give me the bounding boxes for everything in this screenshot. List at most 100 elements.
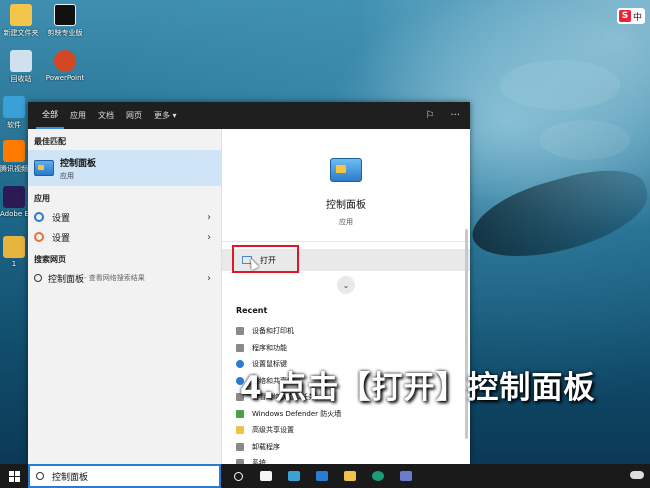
header-actions: ⚐ ··· (425, 102, 460, 129)
taskbar-apps (229, 467, 415, 485)
desktop-icon-after-effects[interactable]: Adobe Effects (0, 186, 28, 218)
after-effects-icon (3, 186, 25, 208)
web-search-result[interactable]: 控制面板 - 查看网络搜索结果 › (28, 268, 221, 288)
devices-printers-icon (236, 327, 244, 336)
recent-item-label: 高级共享设置 (252, 426, 294, 435)
web-hint: - 查看网络搜索结果 (84, 274, 145, 282)
store-icon[interactable] (257, 467, 275, 485)
search-icon (34, 274, 42, 282)
jianying-icon (54, 4, 76, 26)
people-icon[interactable] (285, 467, 303, 485)
app-result-settings-2[interactable]: 设置 › (28, 227, 221, 247)
chevron-right-icon[interactable]: › (207, 212, 211, 223)
desktop-icon-label: PowerPoint (45, 74, 85, 82)
best-match-text: 控制面板 应用 (60, 156, 96, 181)
desktop-icon-label: Adobe Effects (0, 210, 28, 218)
folder-icon (3, 236, 25, 258)
software-icon (3, 96, 25, 118)
divider (222, 241, 470, 242)
taskbar: 控制面板 (0, 464, 650, 488)
scrollbar[interactable] (465, 229, 468, 439)
section-title-web: 搜索网页 (34, 255, 66, 264)
best-match-subtitle: 应用 (60, 171, 74, 180)
taskbar-search-box[interactable]: 控制面板 (28, 464, 221, 488)
wallpaper-ripple (500, 60, 620, 110)
chevron-right-icon[interactable]: › (207, 232, 211, 243)
folder-icon (10, 4, 32, 26)
taskbar-search-value: 控制面板 (52, 472, 89, 483)
recent-item[interactable]: 高级共享设置 (222, 422, 470, 439)
ime-mode: 中 (633, 12, 643, 23)
powerpoint-icon (54, 50, 76, 72)
section-title-apps: 应用 (34, 194, 50, 203)
desktop-icon-new-folder[interactable]: 新建文件夹 (0, 4, 42, 38)
more-options-icon[interactable]: ··· (450, 110, 460, 121)
wallpaper-swimmer (464, 157, 650, 273)
tab-more[interactable]: 更多 ▾ (148, 102, 183, 129)
detail-title: 控制面板 (326, 200, 366, 211)
tutorial-caption: 4.点击【打开】控制面板 (240, 370, 596, 406)
mail-icon[interactable] (313, 467, 331, 485)
tab-web[interactable]: 网页 (120, 102, 148, 129)
uninstall-icon (236, 442, 244, 451)
app-result-settings[interactable]: 设置 › (28, 207, 221, 227)
tab-documents[interactable]: 文档 (92, 102, 120, 129)
file-explorer-icon[interactable] (341, 467, 359, 485)
desktop-icon-label: 新建文件夹 (3, 29, 39, 37)
desktop-icon-label: 1 (11, 260, 17, 268)
recent-item-label: 设备和打印机 (252, 327, 294, 336)
tab-all[interactable]: 全部 (36, 102, 64, 129)
settings-icon (34, 212, 44, 222)
sogou-icon: S (619, 10, 631, 22)
desktop-icon-label: 剪映专业版 (47, 29, 83, 37)
desktop-icon-label: 腾讯视频 (0, 165, 28, 173)
chevron-right-icon[interactable]: › (207, 273, 211, 284)
programs-icon (236, 343, 244, 352)
settings-orange-icon (34, 232, 44, 242)
recent-item[interactable]: Windows Defender 防火墙 (222, 406, 470, 423)
firewall-icon (236, 409, 244, 418)
recent-item[interactable]: 设备和打印机 (222, 323, 470, 340)
feedback-icon[interactable]: ⚐ (425, 110, 434, 121)
search-icon (36, 472, 44, 480)
ime-indicator[interactable]: S 中 (617, 8, 645, 24)
task-view-icon[interactable] (229, 467, 247, 485)
recent-item-label: Windows Defender 防火墙 (252, 409, 342, 418)
open-action[interactable]: 打开 (222, 245, 470, 273)
desktop-icon-tencent-video[interactable]: 腾讯视频 (0, 140, 28, 174)
expand-button[interactable]: ⌄ (337, 276, 355, 294)
desktop-icon-recycle-bin[interactable]: 回收站 (0, 50, 42, 84)
results-pane: 最佳匹配 控制面板 应用 应用 设置 › 设置 › 搜索网页 控制面板 - 查看… (28, 129, 221, 464)
onedrive-icon[interactable] (630, 471, 644, 479)
desktop-icon-powerpoint[interactable]: PowerPoint (44, 50, 86, 82)
search-tabs-bar: 全部 应用 文档 网页 更多 ▾ ⚐ ··· (28, 102, 470, 129)
tencent-video-icon (3, 140, 25, 162)
desktop-icon-jianying[interactable]: 剪映专业版 (44, 4, 86, 38)
tab-apps[interactable]: 应用 (64, 102, 92, 129)
app-result-label: 设置 (52, 213, 71, 224)
recent-item[interactable]: 程序和功能 (222, 340, 470, 357)
edge-icon[interactable] (369, 467, 387, 485)
recycle-bin-icon (10, 50, 32, 72)
recent-item-label: 程序和功能 (252, 343, 287, 352)
desktop-icon-software[interactable]: 软件 (0, 96, 28, 130)
search-flyout: 全部 应用 文档 网页 更多 ▾ ⚐ ··· 最佳匹配 控制面板 应用 应用 设… (28, 102, 470, 468)
recent-title: Recent (236, 306, 268, 315)
desktop-icon-1[interactable]: 1 (0, 236, 28, 268)
app-result-label: 设置 (52, 233, 71, 244)
desktop-icon-label: 回收站 (10, 75, 32, 83)
control-panel-large-icon (330, 158, 362, 182)
section-title-best-match: 最佳匹配 (34, 137, 66, 146)
recent-item[interactable]: 卸载程序 (222, 439, 470, 456)
sharing-settings-icon (236, 426, 244, 435)
detail-subtitle: 应用 (339, 218, 353, 226)
app-icon[interactable] (397, 467, 415, 485)
wallpaper-ripple (540, 120, 630, 160)
highlight-box (232, 245, 299, 273)
control-panel-icon (34, 160, 54, 176)
recent-item-label: 卸载程序 (252, 442, 280, 451)
best-match-control-panel[interactable]: 控制面板 应用 (28, 150, 221, 186)
detail-pane: 控制面板 应用 打开 ⌄ Recent 设备和打印机 程序和功能 设置鼠标键 网… (221, 129, 470, 468)
start-button[interactable] (0, 464, 28, 488)
best-match-title: 控制面板 (60, 158, 97, 169)
